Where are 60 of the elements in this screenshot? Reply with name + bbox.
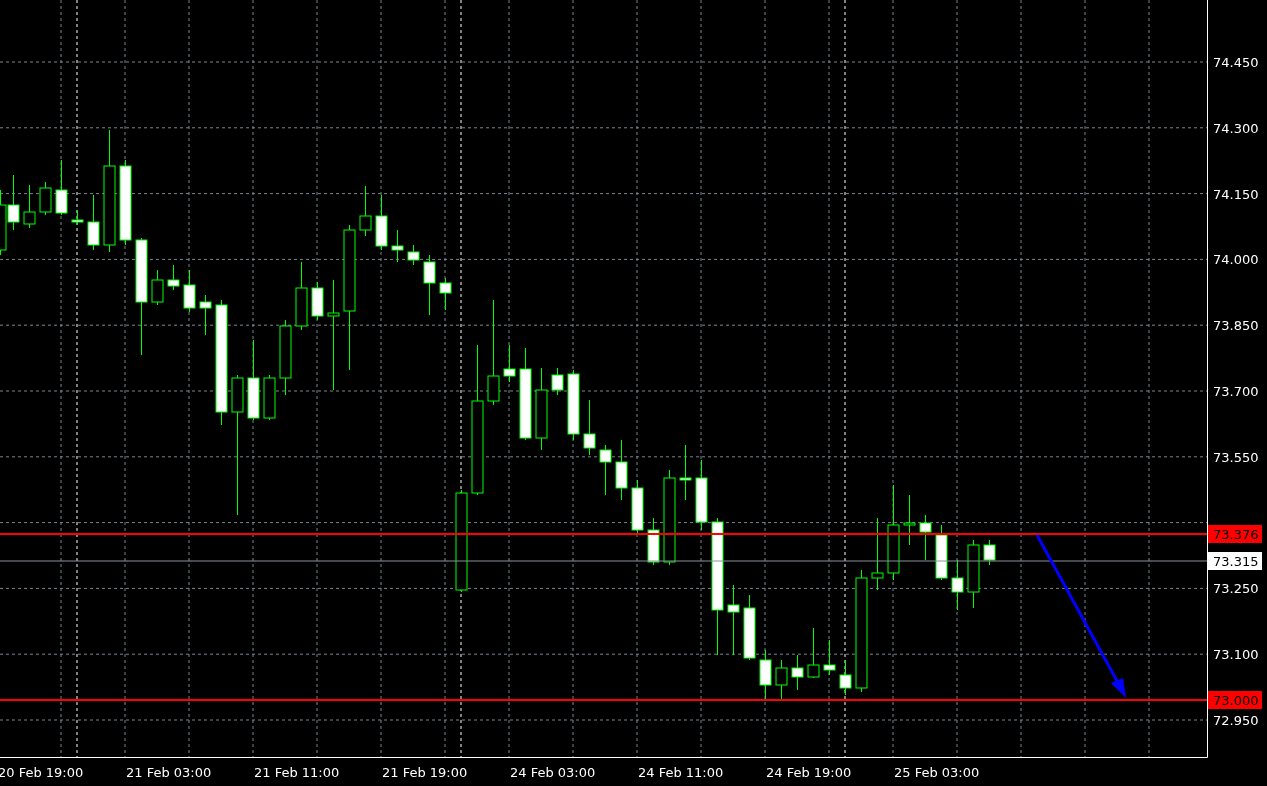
candlestick — [423, 254, 436, 316]
candlestick — [631, 479, 644, 536]
candlestick — [807, 627, 820, 679]
candlestick — [39, 181, 52, 216]
candlestick — [263, 374, 276, 421]
price-tick-label: 73.700 — [1213, 384, 1259, 399]
candlestick — [647, 517, 660, 566]
candlestick — [551, 367, 564, 396]
candlestick — [935, 524, 948, 581]
price-tag: 73.376 — [1208, 525, 1262, 543]
candlestick — [167, 264, 180, 291]
price-tick-label: 74.150 — [1213, 186, 1259, 202]
time-tick-label: 24 Feb 11:00 — [638, 765, 724, 780]
candlestick — [775, 659, 788, 701]
candlestick — [503, 344, 516, 383]
candlestick — [407, 244, 420, 266]
candlestick — [199, 294, 212, 336]
candlestick — [823, 639, 836, 676]
time-tick-label: 21 Feb 19:00 — [382, 765, 468, 780]
candlestick — [951, 559, 964, 611]
candlestick — [567, 369, 580, 441]
candlestick — [439, 277, 452, 311]
price-tick-label: 73.850 — [1213, 318, 1259, 334]
candlestick — [151, 269, 164, 306]
price-tick-label: 72.950 — [1213, 713, 1259, 728]
time-tick-label: 25 Feb 03:00 — [894, 765, 980, 780]
candlestick — [919, 514, 932, 561]
candlestick — [375, 194, 388, 251]
candlestick — [87, 194, 100, 251]
candlestick — [759, 649, 772, 701]
price-tick-label: 74.300 — [1213, 120, 1259, 136]
price-tag: 73.315 — [1208, 552, 1262, 570]
candlestick — [903, 494, 916, 546]
candlestick — [983, 539, 996, 566]
candlestick — [55, 159, 68, 216]
time-tick-label: 24 Feb 19:00 — [766, 765, 852, 780]
candlestick — [391, 229, 404, 263]
candlestick — [695, 459, 708, 531]
candlestick — [599, 444, 612, 496]
time-tick-label: 24 Feb 03:00 — [510, 765, 596, 780]
candlestick — [583, 399, 596, 456]
candlestick — [295, 261, 308, 331]
price-tick-label: 73.550 — [1213, 449, 1259, 465]
time-tick-label: 21 Feb 03:00 — [126, 765, 212, 780]
candlestick — [967, 539, 980, 609]
price-tick-label: 74.000 — [1213, 252, 1259, 268]
price-tick-label: 73.100 — [1213, 647, 1259, 663]
candlestick — [23, 184, 36, 229]
candlestick — [679, 444, 692, 501]
candlestick — [791, 654, 804, 691]
candlestick — [743, 594, 756, 661]
time-tick-label: 21 Feb 11:00 — [254, 765, 340, 780]
candlestick — [615, 439, 628, 501]
candlestick — [359, 185, 372, 237]
price-tag: 73.000 — [1208, 691, 1262, 709]
candlestick — [727, 584, 740, 656]
price-tick-label: 73.250 — [1213, 581, 1259, 597]
candlestick — [311, 281, 324, 321]
price-tick-label: 74.450 — [1213, 55, 1259, 70]
candlestick — [183, 269, 196, 313]
